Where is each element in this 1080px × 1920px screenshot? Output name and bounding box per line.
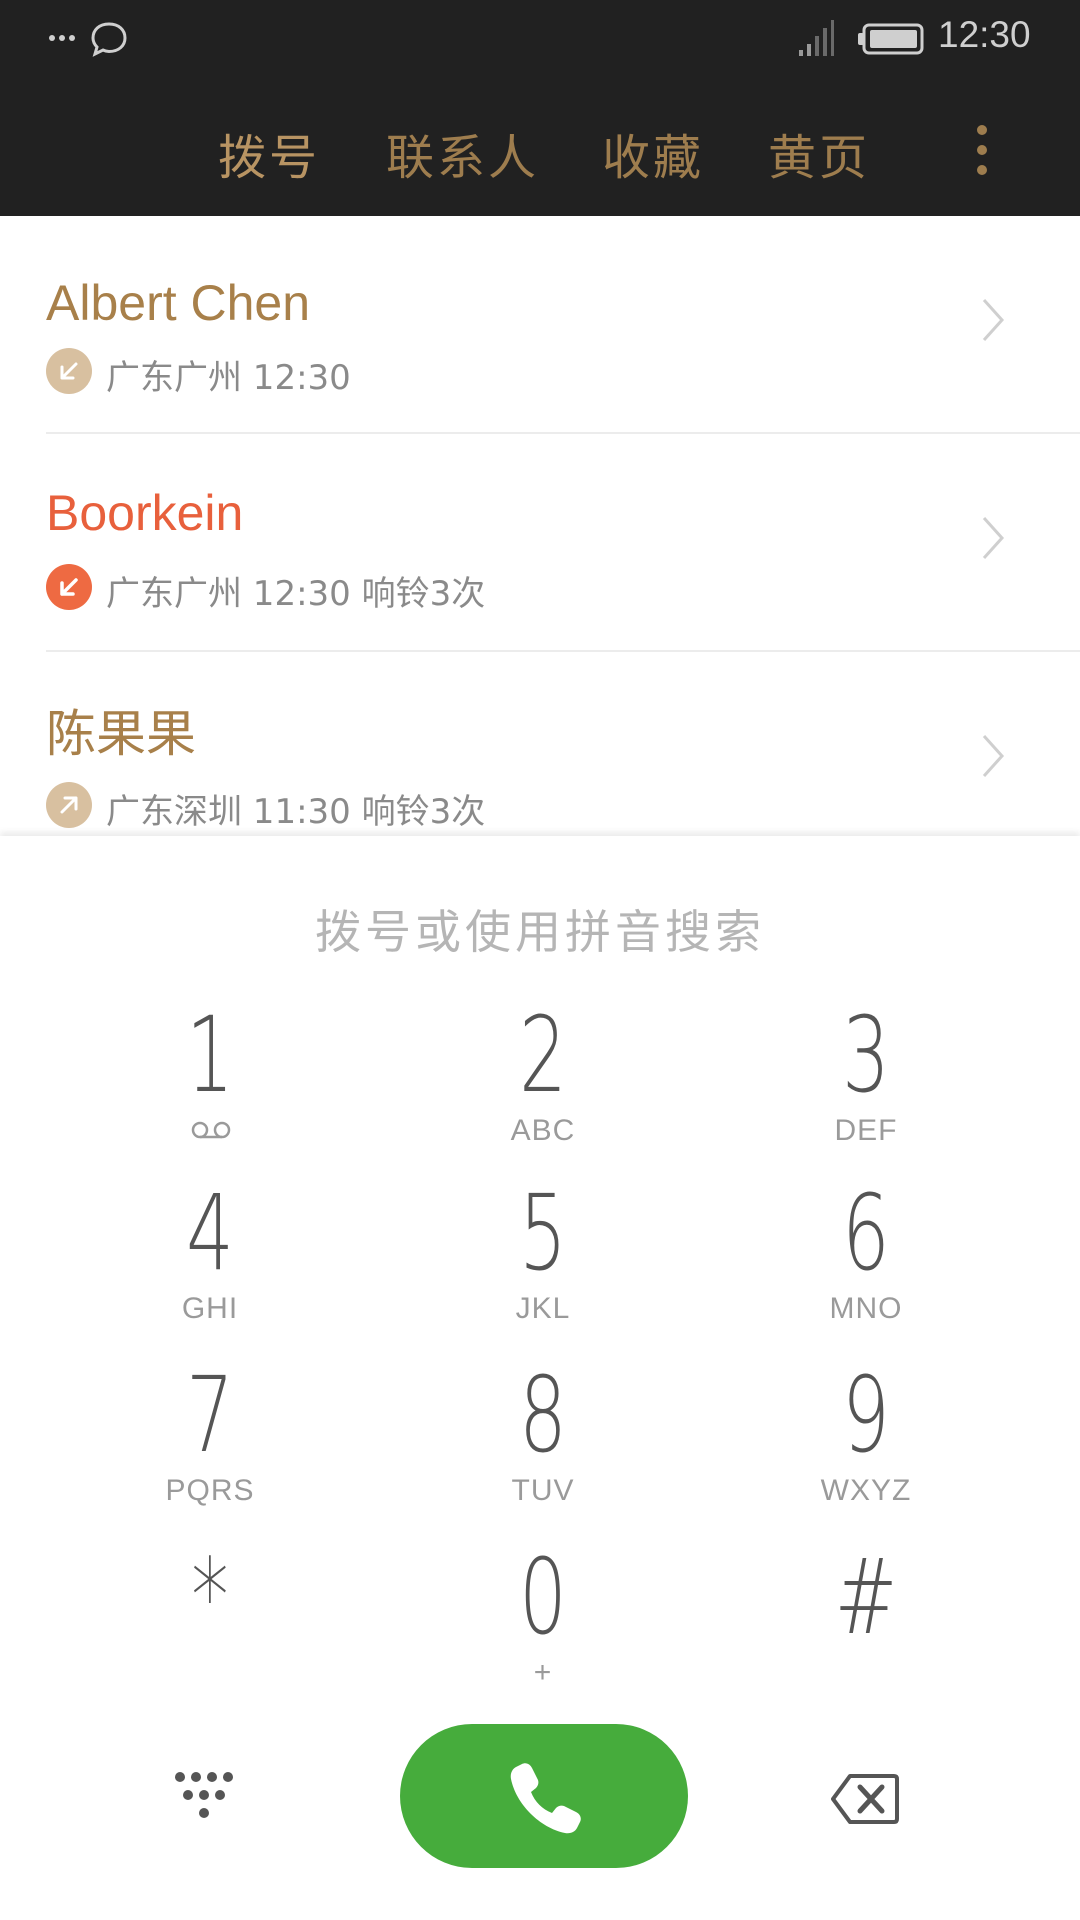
outgoing-call-icon (46, 782, 92, 828)
top-bar: 12:30 拨号 联系人 收藏 黄页 (0, 0, 1080, 216)
key-digit: 6 (842, 1172, 890, 1294)
key-letters: ABC (510, 1114, 576, 1147)
key-star[interactable]: * (60, 1538, 360, 1708)
voicemail-icon (191, 1121, 231, 1139)
key-0[interactable]: 0 + (393, 1538, 693, 1708)
key-digit: 9 (842, 1354, 890, 1476)
caller-name: 陈果果 (46, 706, 196, 762)
tab-yellow-pages[interactable]: 黄页 (768, 118, 870, 188)
phone-icon (510, 1763, 581, 1834)
key-hash[interactable]: # (716, 1538, 1016, 1708)
key-6[interactable]: 6 MNO (716, 1174, 1016, 1344)
key-5[interactable]: 5 JKL (393, 1174, 693, 1344)
key-digit: 8 (519, 1354, 567, 1476)
call-detail: 广东广州 12:30 (106, 358, 351, 398)
overflow-menu-icon[interactable] (970, 120, 994, 180)
key-letters: TUV (511, 1474, 575, 1507)
key-letters: DEF (834, 1114, 898, 1147)
key-7[interactable]: 7 PQRS (60, 1356, 360, 1526)
battery-icon (858, 23, 924, 55)
key-letters: PQRS (165, 1474, 255, 1507)
key-digit: 4 (186, 1172, 234, 1294)
call-detail: 广东深圳 11:30 响铃3次 (106, 792, 486, 832)
call-log-item[interactable]: 陈果果 广东深圳 11:30 响铃3次 (0, 652, 1080, 836)
more-dots-icon (49, 35, 75, 41)
dial-search-input[interactable]: 拨号或使用拼音搜索 (0, 896, 1080, 962)
key-letters: MNO (829, 1292, 903, 1325)
chevron-right-icon (982, 516, 1005, 560)
key-2[interactable]: 2 ABC (393, 996, 693, 1166)
key-letters: + (533, 1656, 553, 1689)
key-1[interactable]: 1 (60, 996, 360, 1166)
backspace-icon[interactable] (830, 1772, 900, 1826)
key-letters: JKL (515, 1292, 571, 1325)
key-digit: 1 (186, 994, 234, 1116)
key-digit: 0 (519, 1536, 567, 1658)
chevron-right-icon (982, 734, 1005, 778)
caller-name: Albert Chen (46, 275, 311, 331)
dialer-panel: 拨号或使用拼音搜索 1 2 ABC 3 DEF 4 GHI 5 JKL 6 MN… (0, 836, 1080, 1920)
chevron-right-icon (982, 298, 1005, 342)
key-8[interactable]: 8 TUV (393, 1356, 693, 1526)
tab-dialer[interactable]: 拨号 (218, 118, 320, 188)
call-button[interactable] (400, 1724, 688, 1868)
key-letters: GHI (181, 1292, 239, 1325)
call-log-item[interactable]: Albert Chen 广东广州 12:30 (0, 216, 1080, 434)
status-time: 12:30 (938, 14, 1031, 55)
tab-bar: 拨号 联系人 收藏 黄页 (0, 100, 1080, 200)
key-4[interactable]: 4 GHI (60, 1174, 360, 1344)
key-letters: WXYZ (820, 1474, 912, 1507)
key-digit: 5 (519, 1172, 567, 1294)
chat-bubble-icon (91, 22, 127, 57)
caller-name: Boorkein (46, 485, 244, 541)
status-bar: 12:30 (0, 0, 1080, 78)
missed-call-icon (46, 564, 92, 610)
key-3[interactable]: 3 DEF (716, 996, 1016, 1166)
key-digit: 7 (186, 1354, 234, 1476)
call-log-item[interactable]: Boorkein 广东广州 12:30 响铃3次 (0, 434, 1080, 652)
call-detail: 广东广州 12:30 响铃3次 (106, 574, 486, 614)
key-digit: * (191, 1536, 229, 1658)
keypad-toggle-icon[interactable] (172, 1767, 236, 1831)
key-digit: 3 (842, 994, 890, 1116)
tab-favorites[interactable]: 收藏 (602, 118, 704, 188)
recent-calls-list: Albert Chen 广东广州 12:30 Boorkein 广东广州 12:… (0, 216, 1080, 836)
key-digit: # (834, 1536, 898, 1658)
signal-icon (799, 20, 834, 56)
key-9[interactable]: 9 WXYZ (716, 1356, 1016, 1526)
key-digit: 2 (519, 994, 567, 1116)
tab-contacts[interactable]: 联系人 (386, 118, 539, 188)
incoming-call-icon (46, 348, 92, 394)
